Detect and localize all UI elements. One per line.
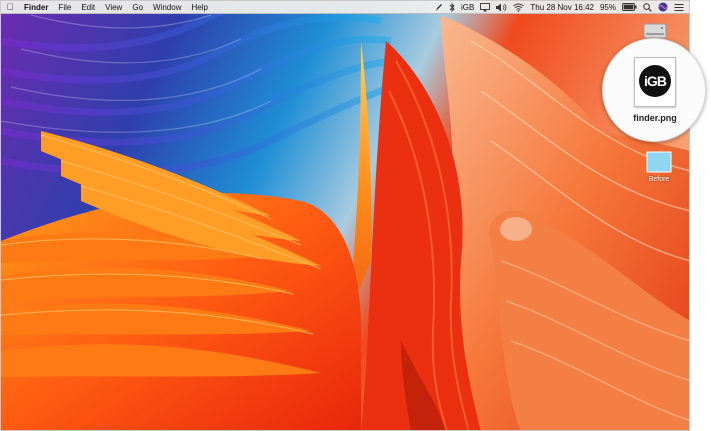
- datetime-clock[interactable]: Thu 28 Nov 16:42: [527, 1, 597, 14]
- airplay-icon[interactable]: [477, 2, 493, 12]
- battery-icon[interactable]: [619, 3, 640, 11]
- spotlight-search-icon[interactable]: [640, 2, 655, 12]
- desktop-file-label[interactable]: Before: [629, 176, 689, 183]
- igb-logo-icon: iGB: [639, 65, 671, 97]
- siri-icon[interactable]: [655, 2, 671, 12]
- desktop-screen:  Finder File Edit View Go Window Help i…: [0, 0, 690, 431]
- menu-window[interactable]: Window: [148, 1, 186, 14]
- magnified-file-callout: iGB finder.png: [602, 38, 706, 142]
- menu-go[interactable]: Go: [127, 1, 148, 14]
- magnified-file-name[interactable]: finder.png: [603, 113, 707, 123]
- battery-percent[interactable]: 95%: [597, 1, 619, 14]
- menu-view[interactable]: View: [100, 1, 127, 14]
- volume-icon[interactable]: [493, 3, 510, 12]
- file-thumbnail-icon[interactable]: [646, 151, 672, 173]
- menu-edit[interactable]: Edit: [76, 1, 100, 14]
- menu-bar:  Finder File Edit View Go Window Help i…: [1, 1, 689, 14]
- bluetooth-icon[interactable]: [446, 2, 458, 12]
- menu-help[interactable]: Help: [186, 1, 212, 14]
- keyboard-input-label[interactable]: iGB: [458, 1, 477, 14]
- apple-menu-icon[interactable]: : [1, 1, 19, 14]
- pencil-icon[interactable]: [432, 3, 446, 12]
- notification-center-icon[interactable]: [671, 3, 687, 12]
- file-preview[interactable]: iGB: [634, 57, 676, 107]
- menu-app-finder[interactable]: Finder: [19, 1, 53, 14]
- menu-file[interactable]: File: [53, 1, 76, 14]
- wifi-icon[interactable]: [510, 3, 527, 12]
- desktop-wallpaper: [1, 1, 689, 430]
